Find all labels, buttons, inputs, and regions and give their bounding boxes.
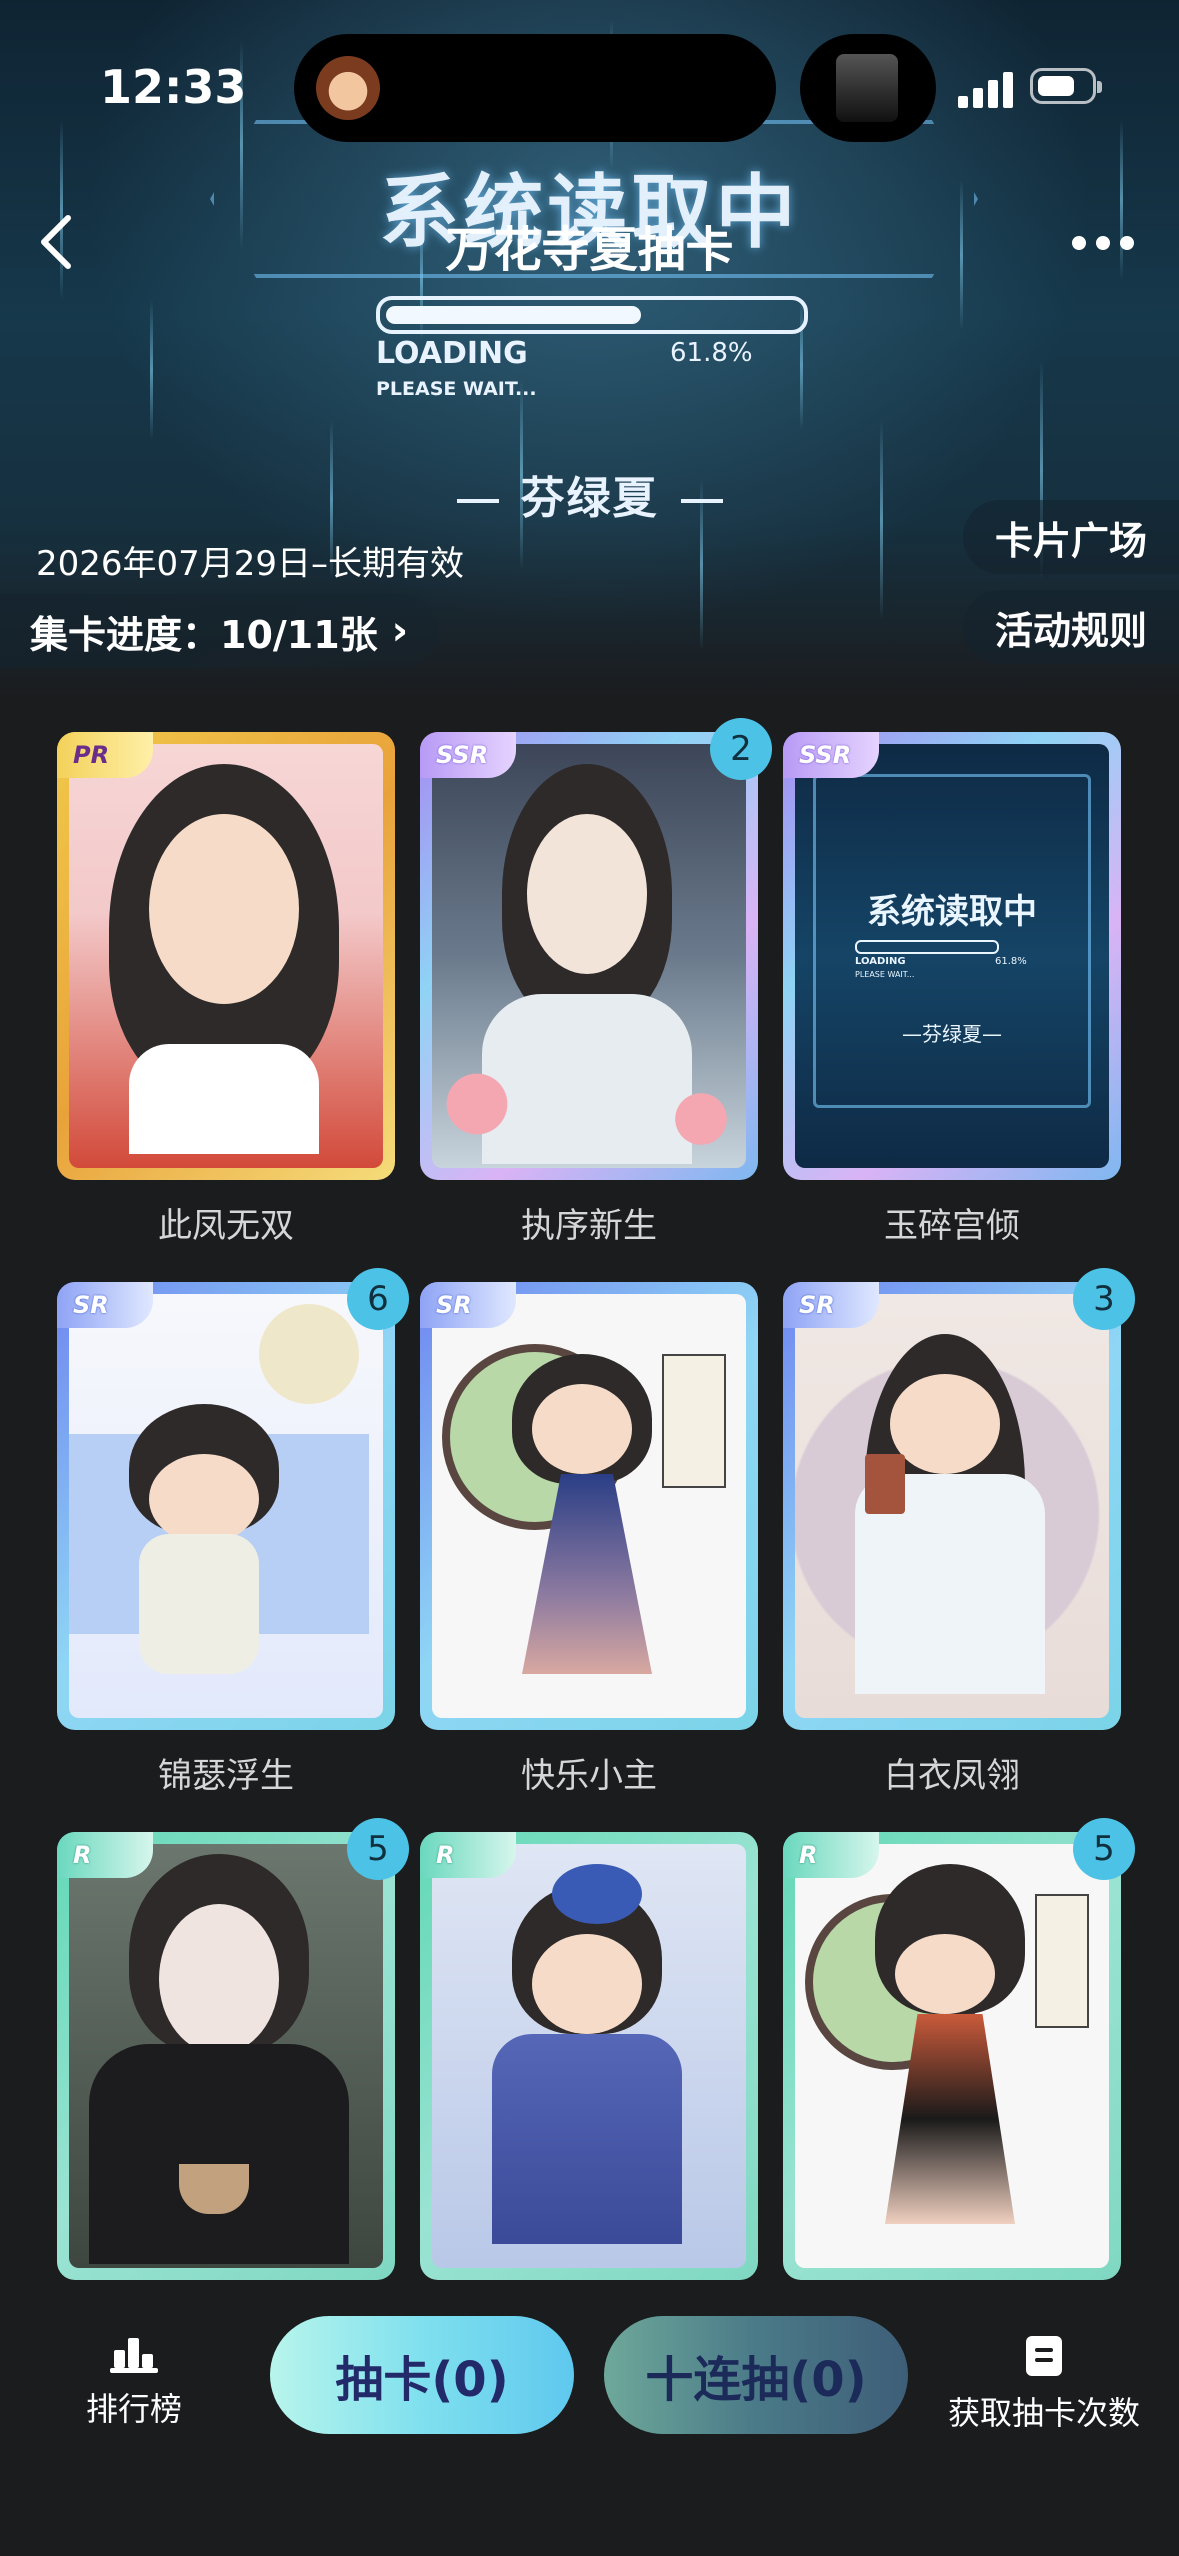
card-item[interactable]: SR 3 bbox=[783, 1268, 1135, 1730]
loading-percent: 61.8% bbox=[670, 338, 753, 368]
chevron-right-icon: › bbox=[391, 608, 409, 654]
get-draws-tab[interactable]: 获取抽卡次数 bbox=[944, 2334, 1144, 2434]
card-loading-percent: 61.8% bbox=[995, 956, 1027, 967]
card-square-button[interactable]: 卡片广场 bbox=[962, 500, 1179, 574]
rarity-badge: SR bbox=[420, 1282, 516, 1328]
card-count-badge: 3 bbox=[1073, 1268, 1135, 1330]
activity-rules-button[interactable]: 活动规则 bbox=[962, 590, 1179, 664]
rarity-badge: SSR bbox=[783, 732, 879, 778]
page-title: 万花寺夏抽卡 bbox=[445, 222, 734, 278]
ranking-icon bbox=[110, 2338, 158, 2373]
battery-icon bbox=[1030, 68, 1102, 104]
card-item[interactable]: SR 6 bbox=[57, 1268, 409, 1730]
card-loading-wait: PLEASE WAIT... bbox=[855, 970, 915, 979]
card-name: 执序新生 bbox=[521, 1206, 657, 1246]
draw-ten-button[interactable]: 十连抽(0) bbox=[604, 2316, 908, 2434]
draw-button[interactable]: 抽卡(0) bbox=[270, 2316, 574, 2434]
rarity-badge: SSR bbox=[420, 732, 516, 778]
card-name: 白衣凤翎 bbox=[884, 1756, 1020, 1796]
card-name: 玉碎宫倾 bbox=[884, 1206, 1020, 1246]
card-count-badge: 5 bbox=[1073, 1818, 1135, 1880]
loading-bar bbox=[376, 296, 808, 334]
card-item[interactable]: R bbox=[420, 1832, 758, 2280]
avatar bbox=[316, 56, 380, 120]
card-item[interactable]: 系统读取中 LOADING 61.8% PLEASE WAIT... —芬绿夏—… bbox=[783, 732, 1121, 1180]
live-activity-thumbnail bbox=[836, 54, 898, 122]
card-loading-label: LOADING bbox=[855, 956, 906, 967]
cellular-signal-icon bbox=[958, 70, 1014, 108]
rarity-badge: R bbox=[420, 1832, 516, 1878]
card-hud-title: 系统读取中 bbox=[867, 892, 1037, 932]
rarity-badge: SR bbox=[783, 1282, 879, 1328]
validity-period: 2026年07月29日–长期有效 bbox=[36, 544, 465, 584]
ranking-tab[interactable]: 排行榜 bbox=[44, 2334, 224, 2430]
card-item[interactable]: R 5 bbox=[57, 1818, 409, 2280]
more-icon[interactable] bbox=[1072, 236, 1134, 252]
card-name: 快乐小主 bbox=[521, 1756, 657, 1796]
rarity-badge: SR bbox=[57, 1282, 153, 1328]
status-time: 12:33 bbox=[100, 60, 247, 114]
rarity-badge: PR bbox=[57, 732, 153, 778]
card-item[interactable]: SSR 2 bbox=[420, 718, 772, 1180]
card-item[interactable]: PR bbox=[57, 732, 395, 1180]
card-item[interactable]: R 5 bbox=[783, 1818, 1135, 2280]
loading-wait: PLEASE WAIT... bbox=[376, 378, 537, 400]
collection-progress[interactable]: 集卡进度：10/11张 › bbox=[0, 594, 439, 668]
card-count-badge: 2 bbox=[710, 718, 772, 780]
card-subtitle: —芬绿夏— bbox=[902, 1022, 1002, 1046]
card-name: 此凤无双 bbox=[158, 1206, 294, 1246]
loading-label: LOADING bbox=[376, 336, 528, 371]
card-count-badge: 5 bbox=[347, 1818, 409, 1880]
rarity-badge: R bbox=[783, 1832, 879, 1878]
document-icon bbox=[1026, 2336, 1062, 2376]
card-name: 锦瑟浮生 bbox=[158, 1756, 294, 1796]
card-item[interactable]: SR bbox=[420, 1282, 758, 1730]
rarity-badge: R bbox=[57, 1832, 153, 1878]
card-count-badge: 6 bbox=[347, 1268, 409, 1330]
